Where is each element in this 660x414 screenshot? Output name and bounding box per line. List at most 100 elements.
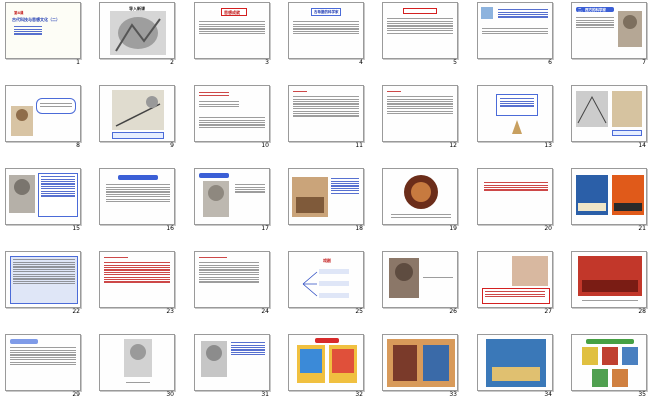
slide-thumbnail[interactable]: 35: [566, 332, 648, 399]
slide-number: 14: [638, 142, 646, 149]
slide-text: [104, 261, 170, 284]
slide-text: [199, 256, 227, 260]
slide-thumbnail[interactable]: 10: [189, 83, 271, 150]
slide-preview: [477, 85, 553, 142]
slide-text: [500, 97, 534, 108]
slide-preview: [571, 85, 647, 142]
slide-text: [482, 27, 548, 35]
slide-thumbnail[interactable]: 导入新课 2: [94, 0, 176, 67]
slide-preview: [382, 251, 458, 308]
slide-thumbnail[interactable]: 19: [377, 166, 459, 233]
slide-thumbnail[interactable]: 16: [94, 166, 176, 233]
slide-preview: [5, 168, 81, 225]
slide-thumbnail[interactable]: 11: [283, 83, 365, 150]
slide-text: [485, 290, 545, 298]
slide-number: 32: [355, 391, 363, 398]
slide-preview: [99, 85, 175, 142]
slide-preview: [194, 251, 270, 308]
slide-number: 12: [449, 142, 457, 149]
slide-number: 1: [76, 59, 80, 66]
slide-text: [41, 175, 75, 198]
slide-box: [482, 288, 550, 304]
slide-thumbnail[interactable]: 18: [283, 166, 365, 233]
slide-thumbnail[interactable]: 24: [189, 249, 271, 316]
slide-number: 13: [544, 142, 552, 149]
slide-preview: [571, 334, 647, 391]
slide-thumbnail[interactable]: 15: [0, 166, 82, 233]
slide-text: [391, 213, 451, 219]
slide-box: [10, 256, 78, 304]
slide-preview: [477, 334, 553, 391]
slide-text: [104, 256, 128, 260]
slide-thumbnail[interactable]: 31: [189, 332, 271, 399]
slide-thumbnail[interactable]: 33: [377, 332, 459, 399]
slide-preview: 古希腊的科学家: [288, 2, 364, 59]
slide-label: 古希腊的科学家: [311, 8, 341, 16]
slide-number: 15: [72, 225, 80, 232]
slide-thumbnail[interactable]: 23: [94, 249, 176, 316]
slide-thumbnail[interactable]: 5: [377, 0, 459, 67]
slide-text: [293, 90, 307, 94]
slide-thumbnail[interactable]: 第4课 古代科技与思想文化（二） 1: [0, 0, 82, 67]
slide-thumbnail[interactable]: 32: [283, 332, 365, 399]
slide-image: [387, 339, 455, 387]
slide-banner-text: 二、西方的科学家: [578, 7, 606, 12]
slide-thumbnail[interactable]: 8: [0, 83, 82, 150]
slide-image: [618, 11, 642, 47]
slide-text: [106, 183, 170, 203]
slide-thumbnail[interactable]: 13: [472, 83, 554, 150]
slide-image: [203, 181, 229, 217]
slide-thumbnail[interactable]: 14: [566, 83, 648, 150]
slide-image: [578, 256, 642, 296]
slide-image: [582, 347, 638, 387]
slide-text: [484, 181, 548, 192]
slide-text: [231, 341, 265, 357]
slide-thumbnail[interactable]: 34: [472, 332, 554, 399]
slide-thumbnail[interactable]: 20: [472, 166, 554, 233]
slide-thumbnail[interactable]: 戏剧 25: [283, 249, 365, 316]
slide-thumbnail[interactable]: 26: [377, 249, 459, 316]
slide-thumbnail[interactable]: 29: [0, 332, 82, 399]
slide-thumbnail[interactable]: 17: [189, 166, 271, 233]
slide-preview: [194, 334, 270, 391]
slide-number: 4: [359, 59, 363, 66]
slide-box: [403, 8, 437, 14]
slide-preview: [5, 334, 81, 391]
slide-label-text: 古希腊的科学家: [314, 10, 339, 14]
slide-thumbnail[interactable]: 9: [94, 83, 176, 150]
slide-box: [38, 173, 78, 217]
slide-image: [481, 7, 493, 19]
slide-thumbnail[interactable]: 6: [472, 0, 554, 67]
slide-label-text: 思想成就: [224, 10, 240, 15]
slide-thumbnail[interactable]: 思想成就 3: [189, 0, 271, 67]
slide-number: 7: [642, 59, 646, 66]
slide-thumbnail[interactable]: 22: [0, 249, 82, 316]
slide-thumbnail[interactable]: 古希腊的科学家 4: [283, 0, 365, 67]
slide-thumbnail[interactable]: 28: [566, 249, 648, 316]
slide-thumbnail[interactable]: 21: [566, 166, 648, 233]
slide-number: 10: [261, 142, 269, 149]
slide-number: 34: [544, 391, 552, 398]
slide-image: [297, 345, 325, 383]
slide-image: [124, 339, 152, 377]
slide-text: [40, 102, 72, 108]
slide-badge: 第4课: [14, 11, 24, 15]
slide-image: [329, 345, 357, 383]
slide-preview: 戏剧: [288, 251, 364, 308]
slide-number: 18: [355, 225, 363, 232]
slide-thumbnail[interactable]: 二、西方的科学家 7: [566, 0, 648, 67]
slide-preview: [5, 251, 81, 308]
slide-thumbnail[interactable]: 12: [377, 83, 459, 150]
slide-banner: 二、西方的科学家: [576, 7, 614, 12]
slide-preview: [382, 168, 458, 225]
slide-preview: 思想成就: [194, 2, 270, 59]
slide-number: 19: [449, 225, 457, 232]
slide-preview: 二、西方的科学家: [571, 2, 647, 59]
slide-thumbnail[interactable]: 30: [94, 332, 176, 399]
slide-preview: [288, 334, 364, 391]
slide-text: [199, 116, 265, 129]
slide-text: [498, 8, 548, 19]
slide-preview: [477, 2, 553, 59]
slide-image: [110, 11, 166, 55]
slide-thumbnail[interactable]: 27: [472, 249, 554, 316]
